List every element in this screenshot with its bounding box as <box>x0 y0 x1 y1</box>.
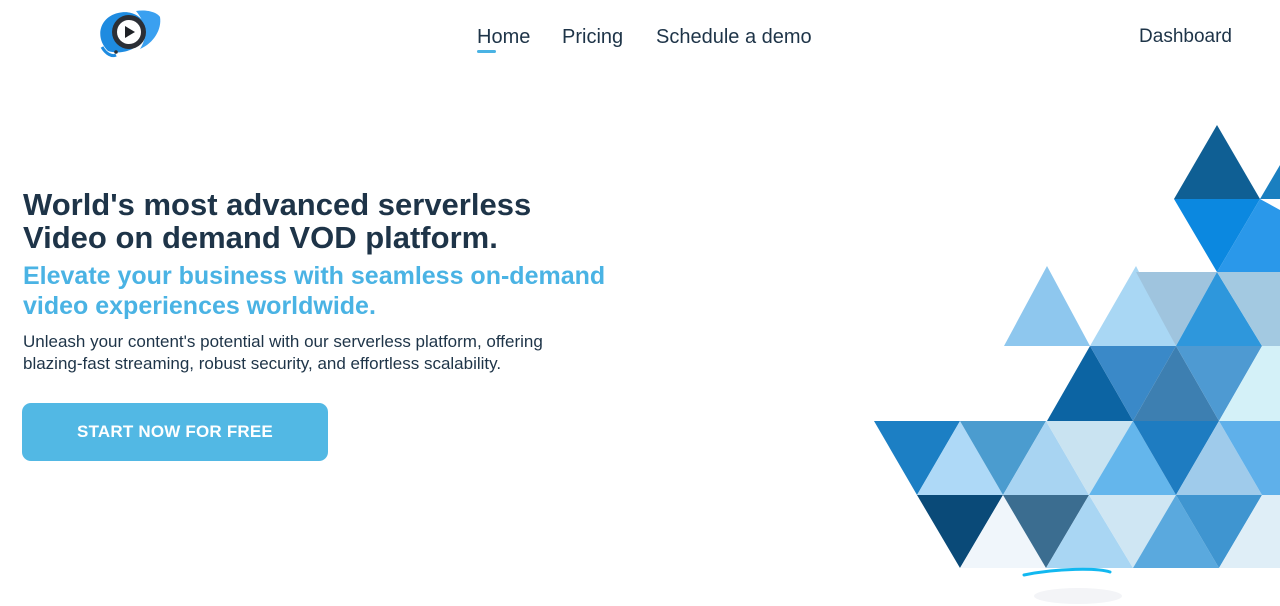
nav-pricing-label: Pricing <box>562 26 624 48</box>
active-tab-indicator <box>477 50 496 53</box>
play-logo-icon[interactable] <box>96 7 164 59</box>
hero-subtitle-line-2: video experiences worldwide. <box>23 292 376 320</box>
site-header: Home Pricing Schedule a demo Dashboard <box>0 0 1280 76</box>
nav-schedule-demo[interactable]: Schedule a demo <box>656 24 812 50</box>
hero-title-line-2: Video on demand VOD platform. <box>23 220 498 255</box>
dashboard-link[interactable]: Dashboard <box>1139 24 1232 50</box>
nav-home[interactable]: Home <box>477 24 531 53</box>
nav-home-label: Home <box>477 26 531 48</box>
scroll-indicator-wave <box>1022 567 1122 604</box>
hero-description: Unleash your content's potential with ou… <box>23 331 643 375</box>
start-now-button[interactable]: START NOW FOR FREE <box>22 403 328 461</box>
hero-subtitle: Elevate your business with seamless on-d… <box>23 261 643 321</box>
hero-title-line-1: World's most advanced serverless <box>23 187 532 222</box>
landing-page: Home Pricing Schedule a demo Dashboard W… <box>0 0 1280 606</box>
hero-title: World's most advanced serverless Video o… <box>23 188 643 254</box>
hero-subtitle-line-1: Elevate your business with seamless on-d… <box>23 262 606 290</box>
nav-pricing[interactable]: Pricing <box>562 24 623 50</box>
nav-schedule-demo-label: Schedule a demo <box>656 26 812 48</box>
hero-description-line-1: Unleash your content's potential with ou… <box>23 332 543 351</box>
hero-description-line-2: blazing-fast streaming, robust security,… <box>23 354 502 373</box>
